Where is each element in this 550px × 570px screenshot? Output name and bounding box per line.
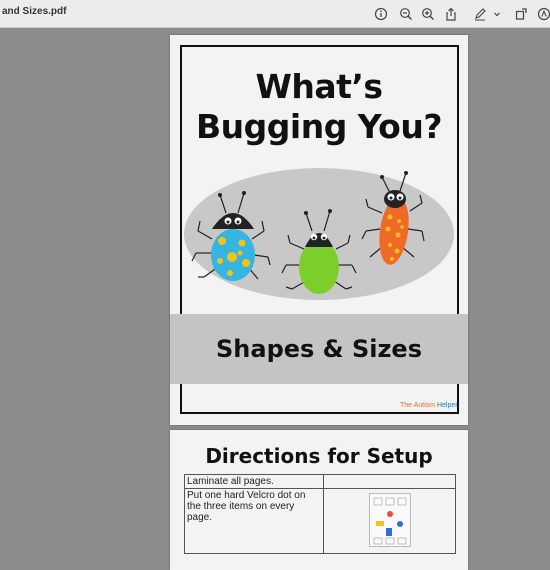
directions-title: Directions for Setup	[205, 444, 433, 468]
table-cell-image	[323, 488, 456, 554]
cover-title-line1: What’s	[255, 67, 383, 106]
brand-part2: Helper.	[436, 402, 460, 409]
subtitle-banner: Shapes & Sizes	[170, 314, 468, 384]
search-icon[interactable]	[537, 7, 550, 21]
share-icon[interactable]	[444, 7, 458, 21]
cover-title: What’s Bugging You?	[170, 67, 468, 147]
page-thumbnail-image	[368, 493, 411, 547]
pdf-page-directions: Directions for Setup Laminate all pages.…	[170, 430, 468, 570]
table-row: Put one hard Velcro dot on the three ite…	[184, 488, 456, 554]
brand-part1: The Autism	[400, 402, 436, 409]
brand-logo: The Autism Helper.	[400, 402, 459, 409]
cover-title-line2: Bugging You?	[196, 107, 442, 146]
pdf-page-cover: What’s Bugging You? Shapes & Sizes The A…	[170, 35, 468, 425]
document-title: and Sizes.pdf	[2, 6, 67, 17]
chevron-down-icon[interactable]	[492, 7, 502, 21]
zoom-in-icon[interactable]	[421, 7, 435, 21]
rotate-icon[interactable]	[514, 7, 528, 21]
table-cell-empty	[323, 474, 456, 489]
table-row: Laminate all pages.	[184, 474, 456, 489]
markup-pen-icon[interactable]	[473, 7, 487, 21]
info-icon[interactable]	[374, 7, 388, 21]
toolbar: and Sizes.pdf	[0, 0, 550, 28]
subtitle-text: Shapes & Sizes	[216, 335, 422, 363]
table-cell: Laminate all pages.	[184, 474, 324, 489]
setup-table: Laminate all pages. Put one hard Velcro …	[184, 474, 456, 554]
zoom-out-icon[interactable]	[399, 7, 413, 21]
bugs-illustration	[184, 168, 454, 300]
table-cell: Put one hard Velcro dot on the three ite…	[184, 488, 324, 554]
